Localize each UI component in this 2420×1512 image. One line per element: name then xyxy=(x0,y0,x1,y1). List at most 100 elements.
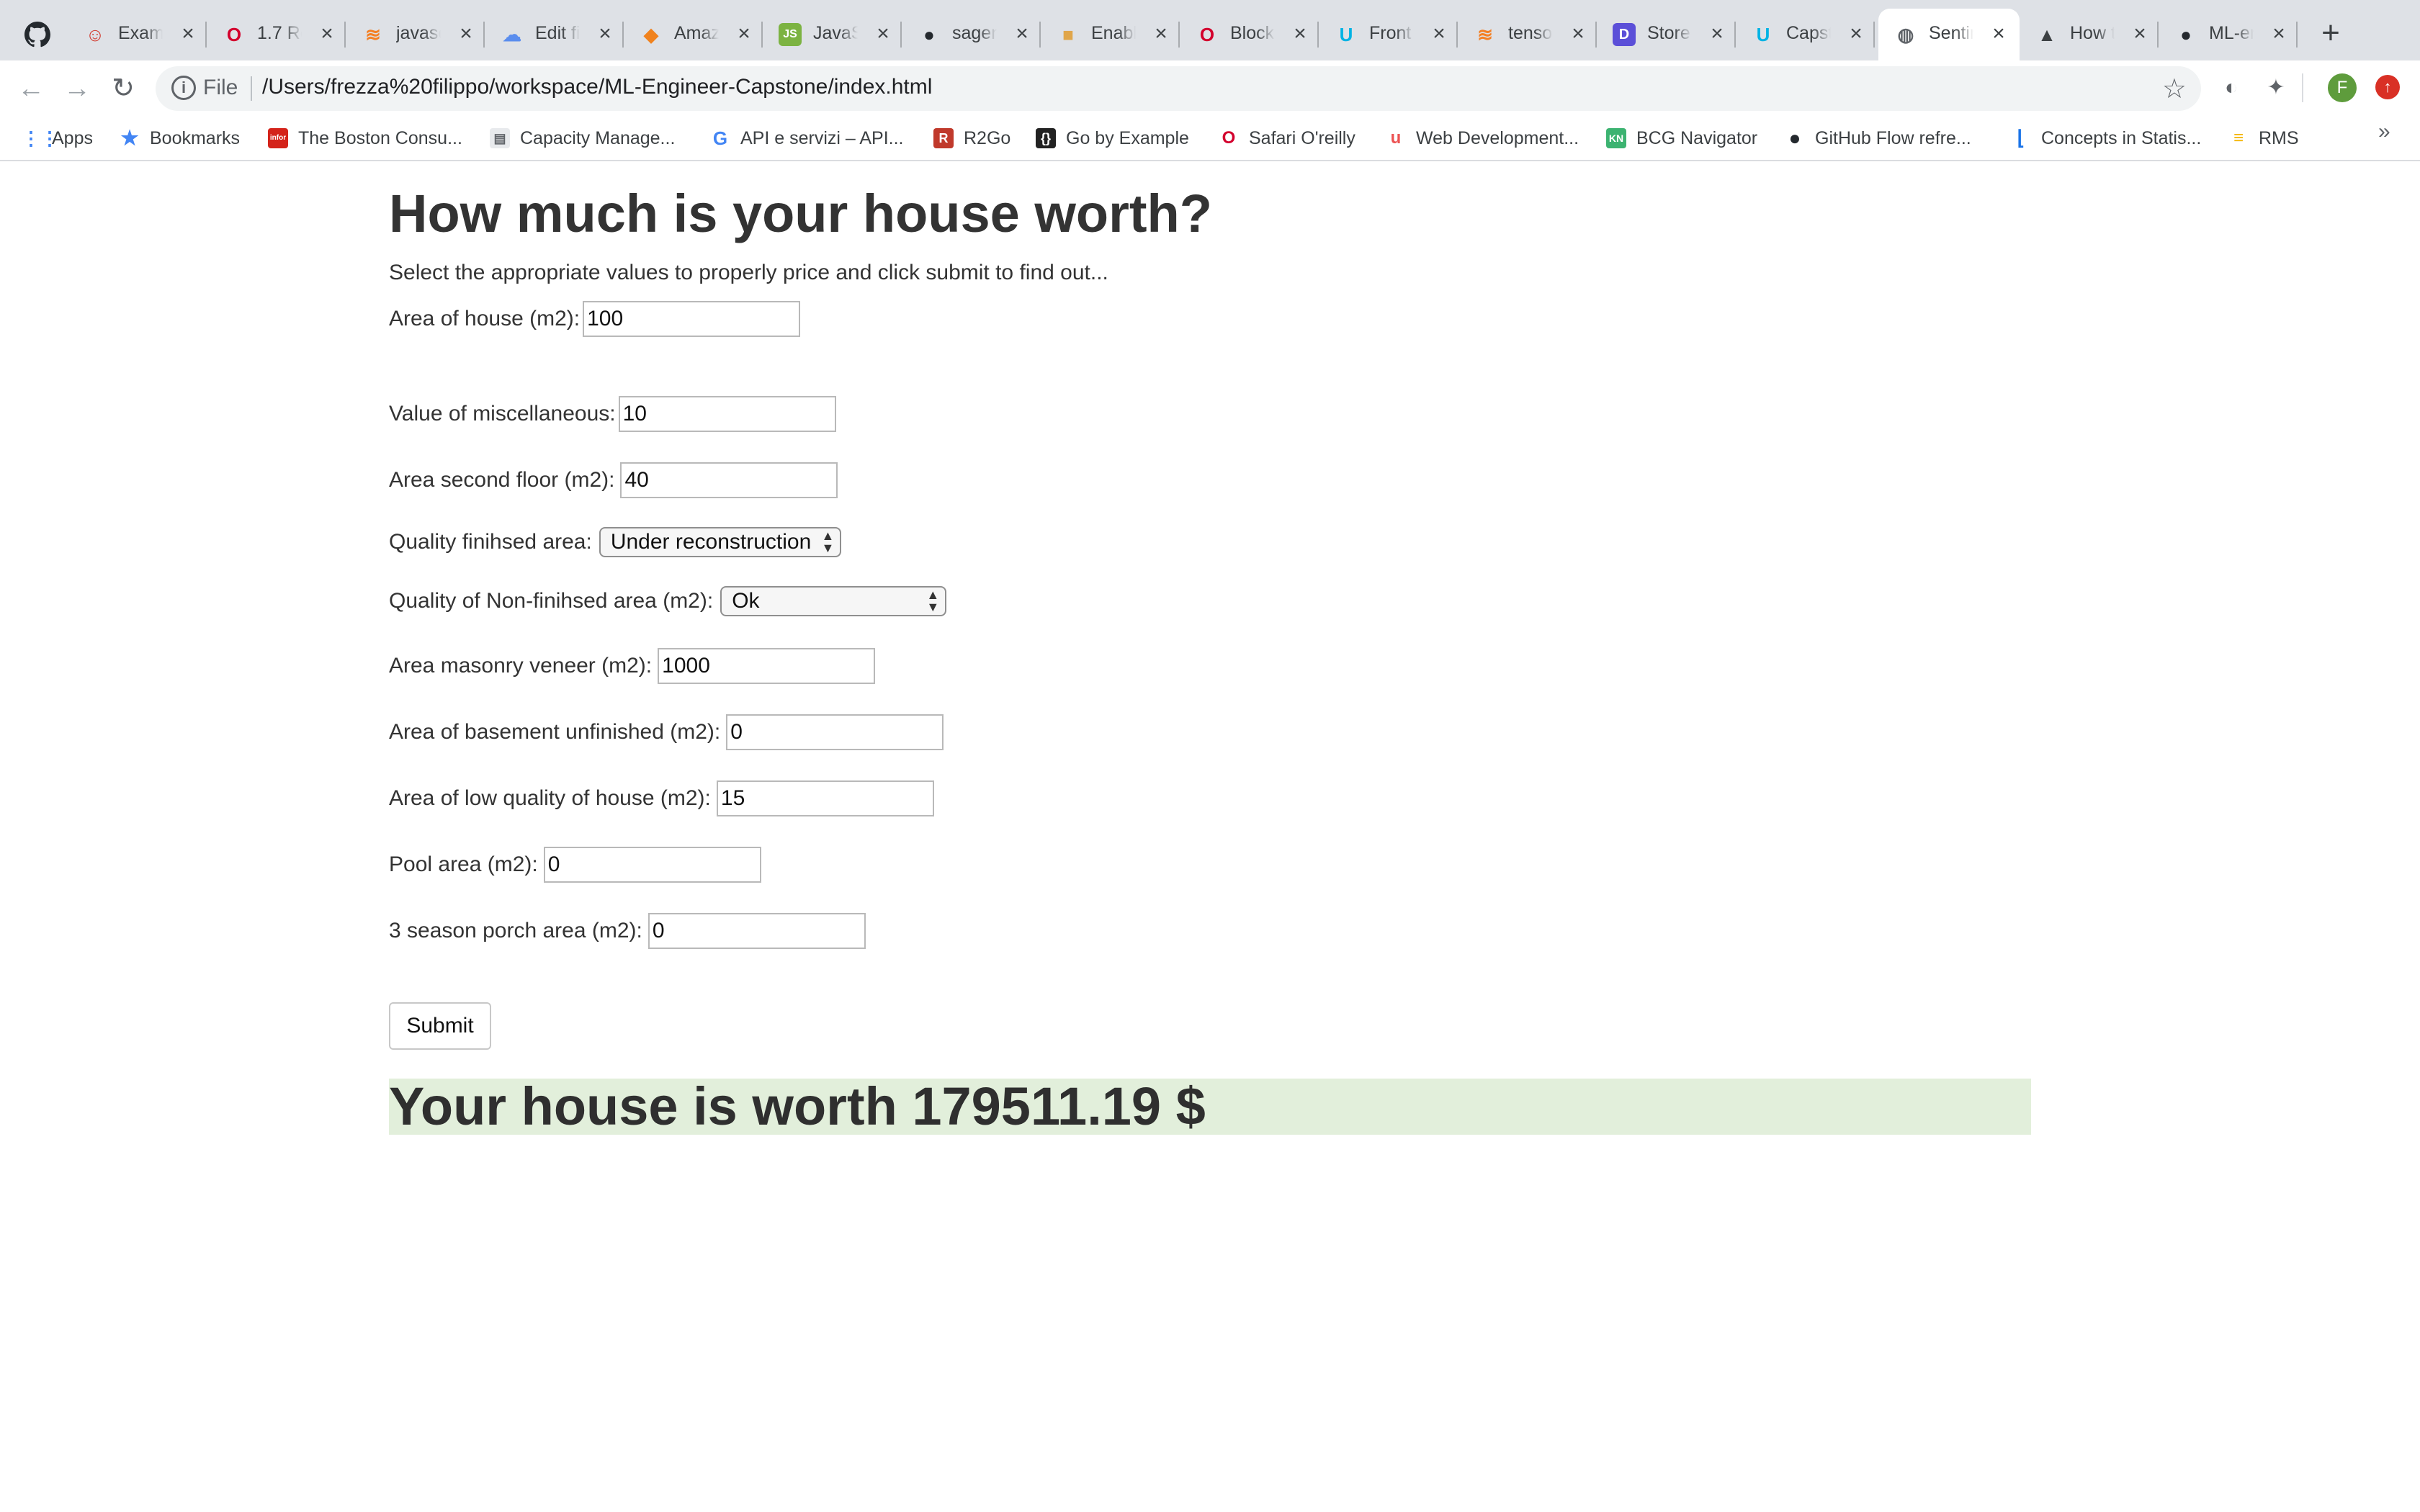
close-tab-icon[interactable]: × xyxy=(2267,22,2291,46)
bookmark-label: BCG Navigator xyxy=(1636,127,1758,148)
bookmarks-bar: ⋮⋮ Apps ★ Bookmarks infor The Boston Con… xyxy=(0,117,2420,161)
browser-tab[interactable]: D Store × xyxy=(1597,9,1736,60)
second-floor-input[interactable] xyxy=(620,462,838,498)
bookmark-label: Apps xyxy=(52,127,93,148)
forward-arrow-icon[interactable]: → xyxy=(60,72,94,105)
close-tab-icon[interactable]: × xyxy=(1844,22,1868,46)
rms-icon: ≡ xyxy=(2233,128,2244,148)
close-tab-icon[interactable]: × xyxy=(871,22,895,46)
bookmark-safari-oreilly[interactable]: O Safari O'reilly xyxy=(1219,125,1355,151)
basement-unfinished-label: Area of basement unfinished (m2): xyxy=(389,720,721,744)
browser-tab[interactable]: ≋ javascript × xyxy=(346,9,485,60)
browser-tab[interactable]: O Block × xyxy=(1180,9,1319,60)
close-tab-icon[interactable]: × xyxy=(1010,22,1034,46)
browser-tab[interactable]: U Capstone × xyxy=(1736,9,1875,60)
globe-icon: ◍ xyxy=(1897,23,1914,45)
address-bar[interactable]: i File /Users/frezza%20filippo/workspace… xyxy=(156,66,2201,111)
browser-tab[interactable]: ☁ Edit file × xyxy=(485,9,624,60)
bookmark-bookmarks[interactable]: ★ Bookmarks xyxy=(120,125,240,151)
close-tab-icon[interactable]: × xyxy=(1986,22,2011,46)
low-quality-input[interactable] xyxy=(716,780,934,816)
extension-circle-icon[interactable]: ◐ xyxy=(2217,73,2246,102)
area-house-input[interactable] xyxy=(583,301,801,337)
bookmark-star-icon[interactable]: ☆ xyxy=(2162,73,2187,105)
tab-title: Edit file xyxy=(535,23,580,43)
bookmark-bcg-navigator[interactable]: KN BCG Navigator xyxy=(1606,125,1757,151)
close-tab-icon[interactable]: × xyxy=(732,22,756,46)
bookmark-rms[interactable]: ≡ RMS xyxy=(2228,125,2299,151)
address-divider xyxy=(251,76,252,101)
new-tab-plus-icon[interactable]: + xyxy=(2313,17,2348,52)
github-tab-icon[interactable] xyxy=(24,22,51,48)
quality-nonfinished-select[interactable]: Ok ▲ ▼ xyxy=(720,586,947,616)
browser-tab[interactable]: ≋ tensorflow × xyxy=(1458,9,1597,60)
browser-tab[interactable]: ▲ How to × xyxy=(2020,9,2159,60)
reddit-alien-icon: ☺ xyxy=(85,23,105,45)
close-tab-icon[interactable]: × xyxy=(1288,22,1312,46)
bookmark-github-flow[interactable]: ● GitHub Flow refre... xyxy=(1785,125,1971,151)
quality-finished-value: Under reconstruction xyxy=(610,530,812,554)
close-tab-icon[interactable]: × xyxy=(315,22,339,46)
extension-puzzle-icon[interactable]: ✦ xyxy=(2262,73,2290,102)
bookmark-apps[interactable]: ⋮⋮ Apps xyxy=(22,125,93,151)
close-tab-icon[interactable]: × xyxy=(1705,22,1729,46)
bookmark-label: Safari O'reilly xyxy=(1249,127,1355,148)
browser-toolbar: ← → ↻ i File /Users/frezza%20filippo/wor… xyxy=(0,60,2420,117)
browser-tab-active[interactable]: ◍ Sentiment × xyxy=(1878,9,2020,60)
reload-icon[interactable]: ↻ xyxy=(107,72,140,105)
box-icon: ■ xyxy=(1062,23,1074,45)
misc-value-input[interactable] xyxy=(618,396,836,432)
browser-tab[interactable]: ☺ Example × xyxy=(68,9,207,60)
bookmark-boston-consulting[interactable]: infor The Boston Consu... xyxy=(268,125,462,151)
update-badge-icon[interactable]: ↑ xyxy=(2375,75,2400,99)
tab-title: javascript xyxy=(396,23,441,43)
profile-avatar[interactable]: F xyxy=(2328,73,2357,102)
basement-unfinished-input[interactable] xyxy=(726,714,944,750)
browser-tab[interactable]: ● sagemaker × xyxy=(902,9,1041,60)
address-url[interactable]: /Users/frezza%20filippo/workspace/ML-Eng… xyxy=(262,75,932,99)
oreilly-icon: O xyxy=(1222,128,1236,148)
tab-title: JavaScript xyxy=(813,23,858,43)
quality-nonfinished-label: Quality of Non-finihsed area (m2): xyxy=(389,589,714,613)
close-tab-icon[interactable]: × xyxy=(2128,22,2152,46)
tab-separator xyxy=(2296,22,2298,48)
masonry-veneer-input[interactable] xyxy=(658,648,876,684)
tab-title: Block xyxy=(1230,23,1275,43)
field-area-house: Area of house (m2): xyxy=(389,301,801,337)
bookmark-go-by-example[interactable]: {} Go by Example xyxy=(1036,125,1189,151)
bookmark-label: RMS xyxy=(2259,127,2299,148)
submit-button[interactable]: Submit xyxy=(389,1002,491,1050)
close-tab-icon[interactable]: × xyxy=(593,22,617,46)
github-icon: ● xyxy=(923,23,935,45)
select-arrows-icon: ▲ ▼ xyxy=(926,588,940,614)
field-quality-nonfinished: Quality of Non-finihsed area (m2): Ok ▲ ▼ xyxy=(389,583,947,619)
close-tab-icon[interactable]: × xyxy=(454,22,478,46)
tab-title: How to xyxy=(2070,23,2115,43)
browser-tab[interactable]: U Front × xyxy=(1319,9,1458,60)
bookmark-api-servizi[interactable]: G API e servizi – API... xyxy=(710,125,904,151)
bookmark-web-development[interactable]: u Web Development... xyxy=(1386,125,1579,151)
browser-tab[interactable]: ■ Enable × xyxy=(1041,9,1180,60)
close-tab-icon[interactable]: × xyxy=(176,22,200,46)
close-tab-icon[interactable]: × xyxy=(1149,22,1173,46)
browser-tab[interactable]: ◆ Amazon × xyxy=(624,9,763,60)
close-tab-icon[interactable]: × xyxy=(1566,22,1590,46)
quality-finished-select[interactable]: Under reconstruction ▲ ▼ xyxy=(599,527,842,557)
bookmark-concepts-statistics[interactable]: ⌊ Concepts in Statis... xyxy=(2011,125,2202,151)
javascript-icon: JS xyxy=(779,23,802,46)
back-arrow-icon[interactable]: ← xyxy=(14,72,48,105)
bookmark-label: The Boston Consu... xyxy=(298,127,462,148)
bookmark-r2go[interactable]: R R2Go xyxy=(933,125,1010,151)
browser-tab[interactable]: ● ML-engineer × xyxy=(2159,9,2298,60)
info-icon[interactable]: i xyxy=(171,76,196,100)
browser-tab[interactable]: O 1.7 Re × xyxy=(207,9,346,60)
udacity-icon: U xyxy=(1339,23,1353,45)
second-floor-label: Area second floor (m2): xyxy=(389,468,615,492)
bookmark-capacity-manage[interactable]: ▤ Capacity Manage... xyxy=(490,125,675,151)
porch-area-input[interactable] xyxy=(647,913,866,949)
field-basement-unfinished: Area of basement unfinished (m2): xyxy=(389,714,944,750)
browser-tab[interactable]: JS JavaScript × xyxy=(763,9,902,60)
pool-area-input[interactable] xyxy=(543,847,761,883)
close-tab-icon[interactable]: × xyxy=(1427,22,1451,46)
bookmarks-more-icon[interactable]: » xyxy=(2378,120,2390,144)
